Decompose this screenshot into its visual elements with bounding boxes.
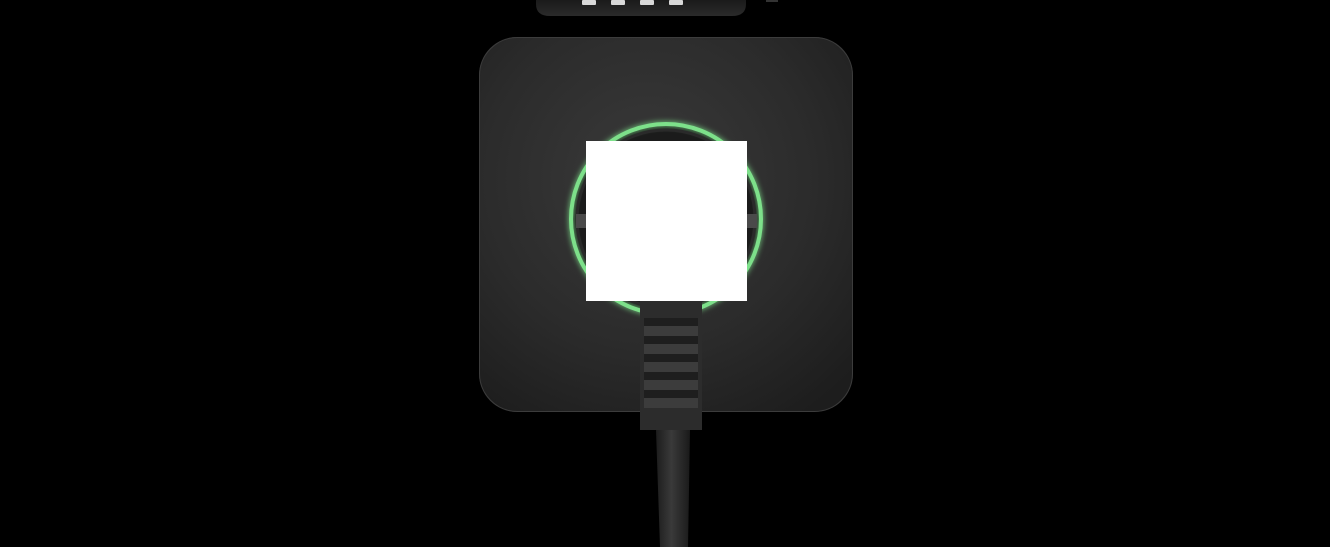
photo-stage: [0, 0, 1330, 547]
redaction-square: [586, 141, 747, 301]
power-cable: [656, 430, 690, 547]
top-device: [536, 0, 778, 16]
plug-grip: [640, 300, 702, 430]
